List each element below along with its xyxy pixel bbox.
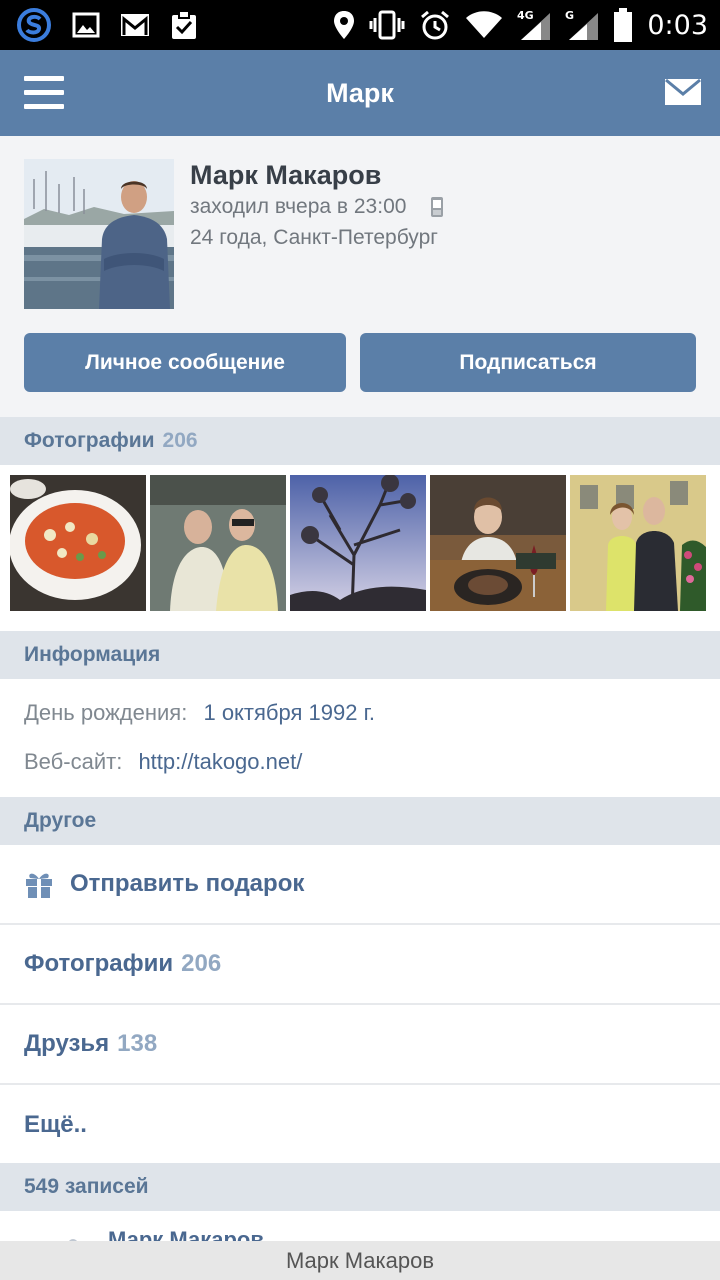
signal-4g-icon: 4G: [517, 9, 551, 40]
more-list-label: Ещё..: [24, 1111, 87, 1138]
wifi-icon: [466, 11, 503, 38]
clock: 0:03: [647, 9, 708, 41]
more-list-item[interactable]: Ещё..: [0, 1085, 720, 1165]
profile-card: Марк Макаров заходил вчера в 23:00 24 го…: [0, 136, 720, 418]
website-row: Веб-сайт: http://takogo.net/: [24, 749, 302, 775]
gallery-icon: [72, 12, 100, 38]
info-section-label: Информация: [24, 643, 161, 666]
private-message-button[interactable]: Личное сообщение: [24, 333, 346, 392]
avatar[interactable]: [24, 159, 174, 309]
photo-thumbnail[interactable]: [430, 475, 566, 611]
svg-text:4G: 4G: [517, 9, 534, 22]
vibrate-icon: [369, 10, 405, 40]
photo-thumbnail[interactable]: [570, 475, 706, 611]
subscribe-button[interactable]: Подписаться: [360, 333, 696, 392]
page-title: Марк: [326, 78, 394, 108]
photos-list-count: 206: [181, 950, 222, 977]
alarm-icon: [421, 10, 450, 40]
birthday-row: День рождения: 1 октября 1992 г.: [24, 700, 375, 726]
photo-thumbnail[interactable]: [10, 475, 146, 611]
photos-section-header[interactable]: Фотографии 206: [0, 417, 720, 465]
battery-icon: [614, 8, 633, 42]
website-link[interactable]: http://takogo.net/: [138, 749, 302, 774]
last-seen-status: заходил вчера в 23:00: [190, 195, 407, 218]
other-section-label: Другое: [24, 809, 97, 832]
clipboard-check-icon: [172, 10, 196, 39]
friends-list-count: 138: [117, 1030, 158, 1057]
posts-section-label: 549 записей: [24, 1175, 149, 1198]
birthday-label: День рождения:: [24, 700, 188, 725]
location-icon: [334, 11, 355, 39]
photos-list-item[interactable]: Фотографии 206: [0, 925, 720, 1005]
send-gift-label: Отправить подарок: [70, 870, 305, 897]
status-bar: 4G G 0:03: [0, 0, 720, 50]
bottom-title-bar: Марк Макаров: [0, 1241, 720, 1280]
mobile-phone-icon: [431, 197, 443, 217]
first-post-preview[interactable]: Марк Макаров: [0, 1211, 720, 1241]
mail-icon[interactable]: [664, 78, 702, 106]
post-author: Марк Макаров: [108, 1227, 264, 1241]
other-section-header: Другое: [0, 797, 720, 845]
info-section-header: Информация: [0, 631, 720, 679]
gift-icon: [26, 873, 52, 898]
birthday-value[interactable]: 1 октября 1992 г.: [203, 700, 375, 725]
posts-section-header: 549 записей: [0, 1163, 720, 1211]
photo-thumbnail[interactable]: [150, 475, 286, 611]
friends-list-item[interactable]: Друзья 138: [0, 1005, 720, 1085]
svg-text:G: G: [565, 9, 574, 22]
profile-screen: 4G G 0:03 Марк Марк Макаров заходил вчер…: [0, 0, 720, 1280]
friends-list-label: Друзья: [24, 1030, 110, 1057]
photos-list-label: Фотографии: [24, 950, 174, 977]
app-s-icon: [17, 8, 51, 42]
photo-strip: [0, 465, 720, 631]
website-label: Веб-сайт:: [24, 749, 123, 774]
photo-thumbnail[interactable]: [290, 475, 426, 611]
profile-name: Марк Макаров: [190, 160, 382, 190]
signal-g-icon: G: [565, 9, 599, 40]
photos-section-label: Фотографии: [24, 429, 155, 452]
gmail-icon: [121, 14, 149, 36]
info-block: День рождения: 1 октября 1992 г. Веб-сай…: [0, 679, 720, 798]
app-header: Марк: [0, 50, 720, 136]
send-gift-item[interactable]: Отправить подарок: [0, 845, 720, 925]
photos-section-count: 206: [162, 429, 198, 452]
age-location: 24 года, Санкт-Петербург: [190, 226, 438, 249]
